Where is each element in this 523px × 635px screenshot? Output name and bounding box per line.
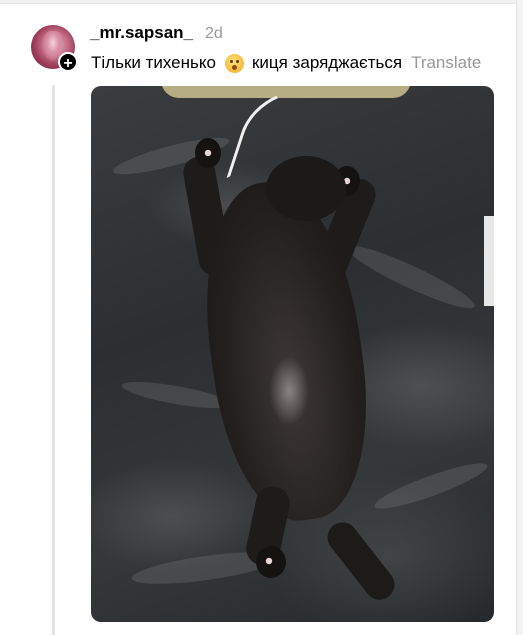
post-text-part-1: Тільки тихенько — [91, 53, 216, 72]
photo-edge-light — [484, 216, 494, 306]
cat-tail — [321, 516, 401, 606]
shushing-face-emoji-icon — [224, 53, 244, 73]
cat-left-front-paw — [195, 138, 221, 168]
post-photo[interactable] — [91, 86, 494, 622]
top-divider — [0, 0, 523, 4]
cat-belly — [269, 356, 309, 426]
thread-line — [52, 85, 55, 635]
post-timestamp[interactable]: 2d — [205, 25, 223, 43]
post-text: Тільки тихенько киця заряджається Transl… — [91, 53, 481, 73]
follow-plus-icon[interactable]: + — [58, 52, 78, 72]
cat-head — [266, 156, 346, 221]
post-page: + _mr.sapsan_ 2d Тільки тихенько киця за… — [0, 0, 523, 635]
translate-link[interactable]: Translate — [411, 53, 481, 73]
author-username[interactable]: _mr.sapsan_ — [90, 23, 193, 43]
post-text-part-2: киця заряджається — [251, 53, 403, 72]
photo-sheet-fold — [371, 456, 491, 516]
photo-sheet-fold — [342, 237, 480, 317]
post-header: _mr.sapsan_ 2d — [90, 23, 223, 45]
right-edge — [516, 0, 523, 635]
avatar-container[interactable]: + — [31, 25, 78, 72]
cat-left-hind-paw — [256, 546, 286, 578]
